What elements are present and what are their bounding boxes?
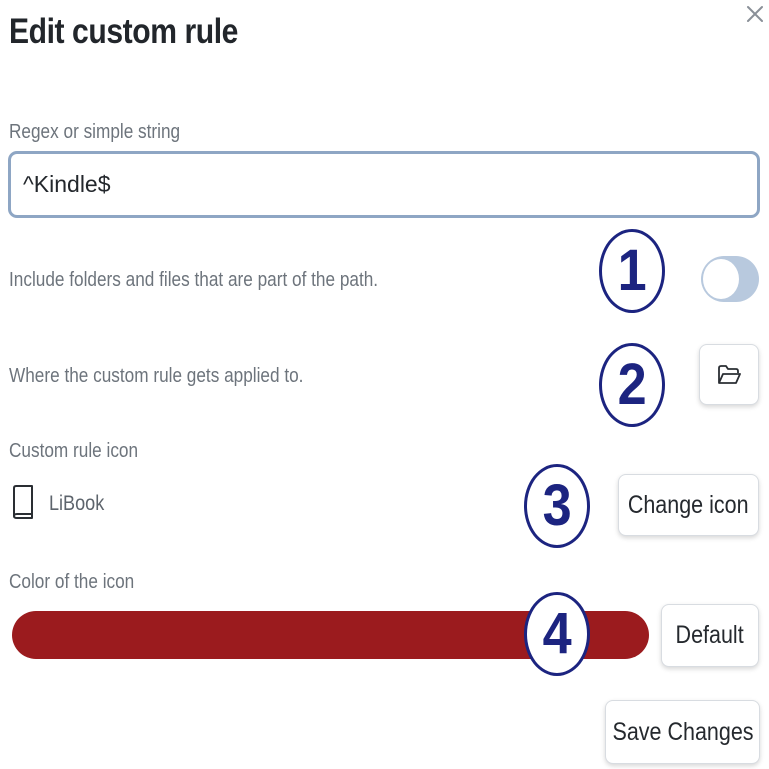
annotation-marker-4: 4 (524, 592, 590, 676)
annotation-marker-1: 1 (599, 229, 665, 313)
icon-color-label: Color of the icon (9, 571, 135, 593)
include-path-toggle[interactable] (701, 256, 759, 302)
icon-name: LiBook (49, 492, 105, 515)
regex-label: Regex or simple string (9, 121, 181, 143)
dialog-title: Edit custom rule (9, 12, 238, 51)
annotation-marker-3: 3 (524, 464, 590, 548)
include-path-description: Include folders and files that are part … (9, 269, 379, 291)
close-button[interactable] (740, 0, 769, 28)
annotation-marker-2: 2 (599, 343, 665, 427)
toggle-knob (703, 259, 739, 299)
close-icon (747, 6, 763, 22)
folder-open-icon (718, 364, 741, 384)
save-changes-button[interactable]: Save Changes (605, 700, 760, 764)
custom-icon-label: Custom rule icon (9, 440, 139, 462)
select-folder-button[interactable] (699, 344, 759, 405)
applied-to-description: Where the custom rule gets applied to. (9, 365, 304, 387)
change-icon-label: Change icon (628, 490, 749, 519)
default-color-label: Default (675, 621, 745, 649)
regex-input[interactable] (8, 151, 760, 218)
change-icon-button[interactable]: Change icon (618, 474, 759, 536)
save-changes-label: Save Changes (611, 717, 754, 746)
default-color-button[interactable]: Default (661, 604, 759, 667)
book-icon (11, 484, 35, 525)
